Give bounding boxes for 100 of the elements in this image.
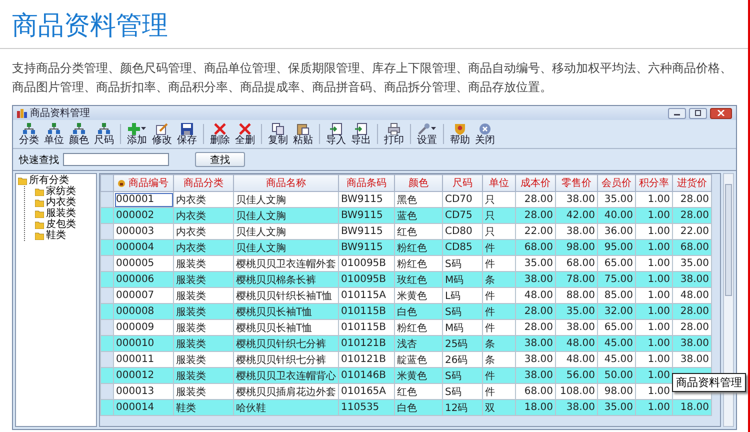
column-header[interactable]: 商品分类 xyxy=(174,174,234,192)
table-cell: 1.00 xyxy=(636,336,672,352)
tree-item[interactable]: 所有分类 xyxy=(18,175,94,186)
minimize-button[interactable] xyxy=(668,108,686,118)
table-cell: 1.00 xyxy=(636,224,672,240)
toolbar-button[interactable]: 打印 xyxy=(382,122,406,146)
table-cell: 98.00 xyxy=(598,384,636,400)
toolbar-button[interactable]: 复制 xyxy=(266,122,290,146)
table-cell: CD85 xyxy=(442,240,482,256)
column-header[interactable]: 商品名称 xyxy=(234,174,338,192)
table-row[interactable]: 000008 服装类 樱桃贝贝长袖T恤 010115B 白色 S码 件 28.00 35.00 32.00 1.00 28.00 xyxy=(100,304,712,320)
table-cell: 48.00 xyxy=(672,288,712,304)
table-cell: 米黄色 xyxy=(394,288,442,304)
table-cell: 服装类 xyxy=(174,304,234,320)
maximize-button[interactable] xyxy=(689,108,707,118)
tree-item[interactable]: 家纺类 xyxy=(25,186,94,197)
table-cell: 38.00 xyxy=(556,192,598,208)
table-row[interactable]: 000007 服装类 樱桃贝贝针织长袖T恤 010115A 米黄色 L码 件 48.00 88.00 85.00 1.00 48.00 xyxy=(100,288,712,304)
table-row[interactable]: 000002 内衣类 贝佳人文胸 BW9115 蓝色 CD75 只 28.00 42.00 40.00 1.00 28.00 xyxy=(100,208,712,224)
column-header[interactable]: 零售价 xyxy=(556,174,598,192)
column-header[interactable]: 进货价 xyxy=(672,174,712,192)
table-cell: CD75 xyxy=(442,208,482,224)
table-cell: 樱桃贝贝针织七分裤 xyxy=(234,336,338,352)
table-cell: 条 xyxy=(482,352,516,368)
toolbar-button[interactable]: 分类 xyxy=(17,122,41,146)
table-cell: 1.00 xyxy=(636,352,672,368)
table-row[interactable]: 000004 内衣类 贝佳人文胸 BW9115 粉红色 CD85 件 68.00 98.00 95.00 1.00 68.00 xyxy=(100,240,712,256)
toolbar-button[interactable]: 导入 xyxy=(324,122,348,146)
column-header[interactable]: 商品编号 xyxy=(114,174,174,192)
column-header[interactable]: 会员价 xyxy=(598,174,636,192)
table-cell: 服装类 xyxy=(174,256,234,272)
table-cell: 75.00 xyxy=(598,272,636,288)
table-cell: 贝佳人文胸 xyxy=(234,224,338,240)
table-row[interactable]: 000003 内衣类 贝佳人文胸 BW9115 红色 CD80 只 22.00 38.00 36.00 1.00 22.00 xyxy=(100,224,712,240)
tree-item[interactable]: 皮包类 xyxy=(25,219,94,230)
column-header[interactable]: 颜色 xyxy=(394,174,442,192)
tools-icon xyxy=(418,122,430,134)
table-cell: 28.00 xyxy=(516,208,556,224)
toolbar-button[interactable]: 保存 xyxy=(175,122,199,146)
toolbar-button[interactable]: 颜色 xyxy=(67,122,91,146)
table-cell: 1.00 xyxy=(636,256,672,272)
table-cell: 哈伙鞋 xyxy=(234,400,338,416)
toolbar-button[interactable]: 修改 xyxy=(150,122,174,146)
table-cell: 85.00 xyxy=(598,288,636,304)
table-cell: 000001 xyxy=(114,192,174,208)
table-cell: 樱桃贝贝针织七分裤 xyxy=(234,352,338,368)
floppy-icon xyxy=(181,122,193,134)
tree-item[interactable]: 服装类 xyxy=(25,208,94,219)
table-cell: 48.00 xyxy=(556,352,598,368)
toolbar-button[interactable]: 导出 xyxy=(349,122,373,146)
toolbar-button[interactable]: 全删 xyxy=(233,122,257,146)
table-cell: 件 xyxy=(482,256,516,272)
table-cell: 010165A xyxy=(338,384,394,400)
page-title: 商品资料管理 xyxy=(12,10,169,43)
table-cell: 010115B xyxy=(338,304,394,320)
toolbar-button[interactable]: 添加 xyxy=(125,122,149,146)
table-cell: 18.00 xyxy=(672,400,712,416)
table-cell: 1.00 xyxy=(636,240,672,256)
tree-item[interactable]: 鞋类 xyxy=(25,230,94,241)
description: 支持商品分类管理、颜色尺码管理、商品单位管理、保质期限管理、库存上下限管理、商品自动编号、移动加权平均法、六种商品价格、商品图片管理、商品折扣率、商品积分率、商品提成率、商品拼音码、商品拆分管理、商品存放位置。 xyxy=(12,60,733,96)
table-row[interactable]: 000011 服装类 樱桃贝贝针织七分裤 010121B 靛蓝色 26码 条 38.00 48.00 45.00 1.00 38.00 xyxy=(100,352,712,368)
table-row[interactable]: 000014 鞋类 哈伙鞋 110535 白色 12码 双 18.00 38.00 35.00 1.00 18.00 xyxy=(100,400,712,416)
table-row[interactable]: 000005 服装类 樱桃贝贝卫衣连帽外套 010095B 粉红色 S码 件 35.00 68.00 65.00 1.00 35.00 xyxy=(100,256,712,272)
edit-icon xyxy=(156,122,168,134)
column-header[interactable]: 成本价 xyxy=(516,174,556,192)
toolbar-button[interactable]: 单位 xyxy=(42,122,66,146)
toolbar-button[interactable]: 帮助 xyxy=(448,122,472,146)
table-cell: 只 xyxy=(482,208,516,224)
table-row[interactable]: 000009 服装类 樱桃贝贝长袖T恤 010115B 粉红色 M码 件 28.00 38.00 65.00 1.00 28.00 xyxy=(100,320,712,336)
column-header[interactable]: 单位 xyxy=(482,174,516,192)
table-cell: 65.00 xyxy=(598,256,636,272)
toolbar-button[interactable]: 粘贴 xyxy=(291,122,315,146)
table-cell: 48.00 xyxy=(556,336,598,352)
toolbar-button[interactable]: 尺码 xyxy=(92,122,116,146)
column-header[interactable]: 积分率 xyxy=(636,174,672,192)
table-cell: BW9115 xyxy=(338,240,394,256)
table-cell: BW9115 xyxy=(338,192,394,208)
toolbar-button[interactable]: 设置 xyxy=(415,122,439,146)
tree-item[interactable]: 内衣类 xyxy=(25,197,94,208)
column-header[interactable]: 商品条码 xyxy=(338,174,394,192)
toolbar-button[interactable]: 关闭 xyxy=(473,122,497,146)
table-cell: 000013 xyxy=(114,384,174,400)
table-cell: M码 xyxy=(442,272,482,288)
search-button[interactable]: 查找 xyxy=(195,152,245,167)
table-cell: 32.00 xyxy=(598,304,636,320)
table-cell: 000012 xyxy=(114,368,174,384)
close-button[interactable] xyxy=(710,108,732,118)
table-cell: 件 xyxy=(482,288,516,304)
table-cell: 服装类 xyxy=(174,384,234,400)
table-row[interactable]: 000010 服装类 樱桃贝贝针织七分裤 010121B 浅杏 25码 条 38.00 48.00 45.00 1.00 38.00 xyxy=(100,336,712,352)
table-row[interactable]: 000001 内衣类 贝佳人文胸 BW9115 黑色 CD70 只 28.00 38.00 35.00 1.00 28.00 xyxy=(100,192,712,208)
table-cell: 樱桃贝贝长袖T恤 xyxy=(234,320,338,336)
table-cell: 35.00 xyxy=(672,256,712,272)
column-header[interactable]: 尺码 xyxy=(442,174,482,192)
search-field[interactable] xyxy=(63,153,169,166)
table-cell: 45.00 xyxy=(598,352,636,368)
table-cell: 黑色 xyxy=(394,192,442,208)
toolbar-button[interactable]: 删除 xyxy=(208,122,232,146)
table-row[interactable]: 000006 服装类 樱桃贝贝棉条长裤 010095B 玫红色 M码 条 38.00 78.00 75.00 1.00 38.00 xyxy=(100,272,712,288)
table-cell: BW9115 xyxy=(338,224,394,240)
